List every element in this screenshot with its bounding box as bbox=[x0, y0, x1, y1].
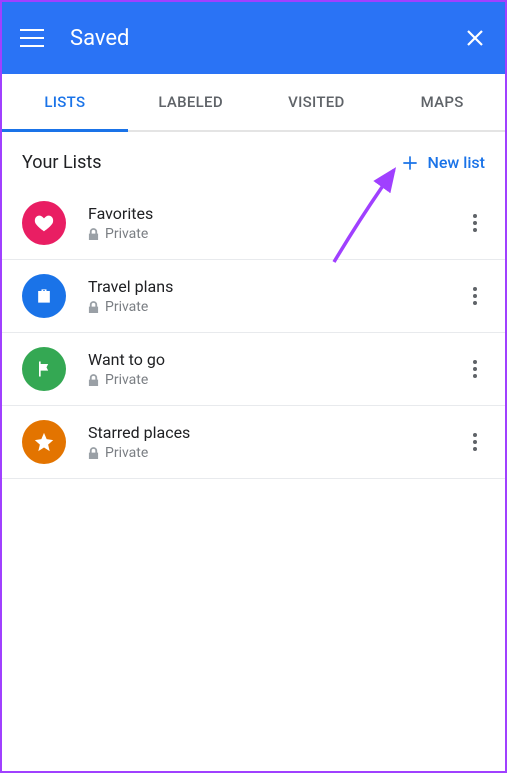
list-item[interactable]: Favorites Private bbox=[2, 187, 505, 260]
new-list-label: New list bbox=[428, 153, 486, 172]
close-icon[interactable] bbox=[463, 26, 487, 50]
app-header: Saved bbox=[2, 2, 505, 74]
lock-icon bbox=[88, 447, 99, 460]
plus-icon bbox=[400, 153, 420, 173]
more-icon[interactable] bbox=[465, 276, 485, 316]
tab-bar: LISTS LABELED VISITED MAPS bbox=[2, 74, 505, 132]
lock-icon bbox=[88, 228, 99, 241]
list-privacy: Private bbox=[88, 226, 465, 242]
list-text: Starred places Private bbox=[88, 423, 465, 461]
list-text: Favorites Private bbox=[88, 204, 465, 242]
more-icon[interactable] bbox=[465, 422, 485, 462]
list-name: Travel plans bbox=[88, 277, 465, 296]
tab-maps[interactable]: MAPS bbox=[379, 74, 505, 130]
list-privacy: Private bbox=[88, 372, 465, 388]
list-name: Starred places bbox=[88, 423, 465, 442]
list-privacy: Private bbox=[88, 445, 465, 461]
list-item[interactable]: Want to go Private bbox=[2, 333, 505, 406]
tab-visited[interactable]: VISITED bbox=[254, 74, 380, 130]
list-name: Want to go bbox=[88, 350, 465, 369]
suitcase-icon bbox=[22, 274, 66, 318]
flag-icon bbox=[22, 347, 66, 391]
more-icon[interactable] bbox=[465, 203, 485, 243]
tab-labeled[interactable]: LABELED bbox=[128, 74, 254, 130]
section-header: Your Lists New list bbox=[2, 132, 505, 187]
heart-icon bbox=[22, 201, 66, 245]
section-title: Your Lists bbox=[22, 152, 102, 173]
list-item[interactable]: Travel plans Private bbox=[2, 260, 505, 333]
page-title: Saved bbox=[70, 26, 463, 51]
list-text: Travel plans Private bbox=[88, 277, 465, 315]
star-icon bbox=[22, 420, 66, 464]
tab-lists[interactable]: LISTS bbox=[2, 74, 128, 130]
new-list-button[interactable]: New list bbox=[400, 153, 486, 173]
list-item[interactable]: Starred places Private bbox=[2, 406, 505, 479]
lock-icon bbox=[88, 374, 99, 387]
lock-icon bbox=[88, 301, 99, 314]
list-privacy: Private bbox=[88, 299, 465, 315]
menu-icon[interactable] bbox=[20, 26, 44, 50]
list-text: Want to go Private bbox=[88, 350, 465, 388]
list-name: Favorites bbox=[88, 204, 465, 223]
more-icon[interactable] bbox=[465, 349, 485, 389]
